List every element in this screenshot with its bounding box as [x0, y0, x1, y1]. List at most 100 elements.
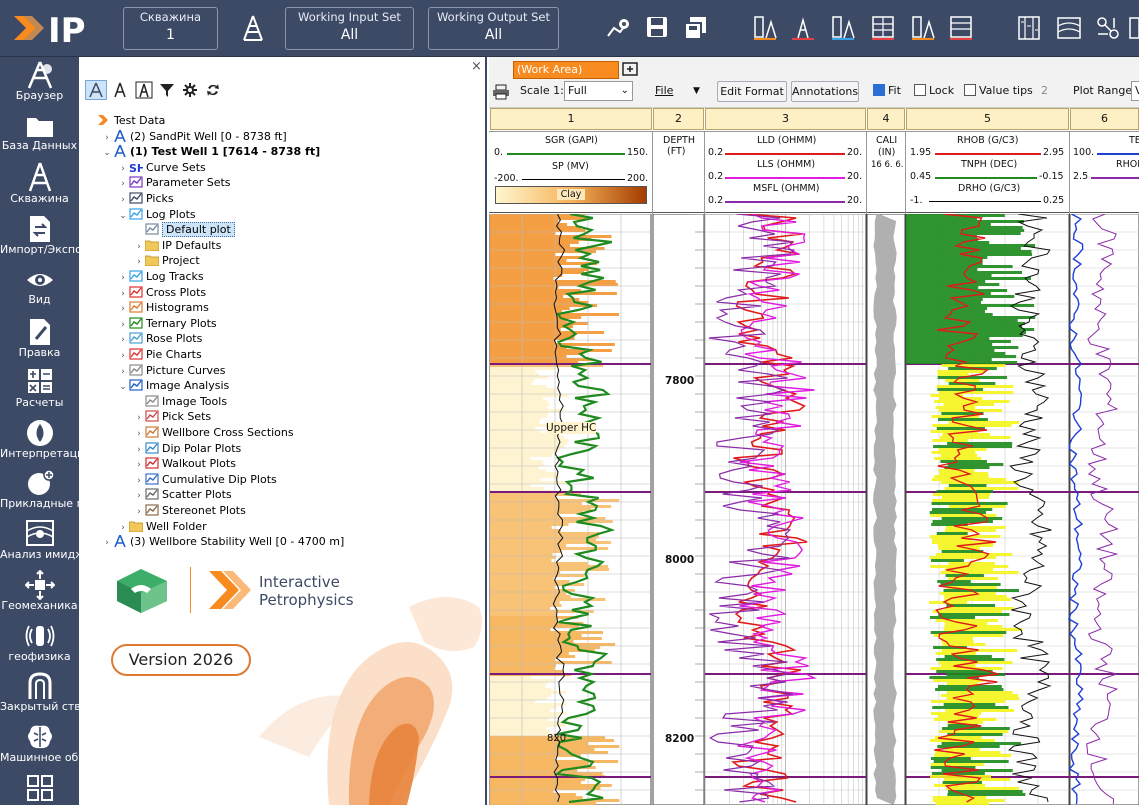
sidebar-item-import-export[interactable]: Импорт/Экспорт — [0, 214, 79, 264]
tree-node[interactable]: › Project — [133, 253, 199, 268]
new-window-icon[interactable] — [622, 61, 638, 80]
well-log-icon-5[interactable] — [910, 14, 938, 42]
tree-node[interactable]: › IP Defaults — [133, 238, 221, 253]
sidebar-item-database[interactable]: База Данных — [0, 112, 79, 162]
expanded-chevron-icon[interactable]: ⌄ — [117, 380, 129, 395]
sidebar-item-well[interactable]: Скважина — [0, 161, 79, 211]
track-3-number[interactable]: 3 — [705, 108, 866, 130]
tree-node[interactable]: › Picture Curves — [117, 363, 225, 378]
tree-node[interactable]: ⌄ (1) Test Well 1 [7614 - 8738 ft] — [101, 144, 320, 159]
settings-icon[interactable] — [182, 82, 198, 101]
save-icon[interactable] — [644, 14, 672, 42]
tree-node[interactable]: › Scatter Plots — [133, 487, 231, 502]
value-tips-count[interactable]: 2 — [1041, 81, 1048, 103]
tree-node[interactable]: › Cumulative Dip Plots — [133, 472, 277, 487]
annotations-button[interactable]: Annotations — [791, 81, 859, 102]
tree-node[interactable]: › Pick Sets — [133, 409, 211, 424]
expanded-chevron-icon[interactable]: ⌄ — [101, 146, 113, 161]
tree-node[interactable]: › Well Folder — [117, 519, 206, 534]
sidebar-item-image-analysis[interactable]: Анализ имиджей — [0, 519, 79, 569]
save-all-icon[interactable] — [682, 14, 710, 42]
tree-node[interactable]: › Wellbore Cross Sections — [133, 425, 293, 440]
sidebar-item-edit[interactable]: Правка — [0, 317, 79, 367]
sidebar-item-applied-modules[interactable]: Прикладные модули — [0, 468, 79, 518]
track6-header-1[interactable]: TE — [1129, 135, 1139, 146]
cali-header[interactable]: CALI — [876, 135, 897, 146]
scale-select[interactable]: Full ⌄ — [564, 81, 633, 101]
well-log-icon-1[interactable] — [752, 14, 780, 42]
track-5-number[interactable]: 5 — [906, 108, 1069, 130]
edit-format-button[interactable]: Edit Format — [717, 81, 787, 102]
tree-node[interactable]: ⌄ Log Plots — [117, 207, 195, 224]
well-tower-icon[interactable] — [240, 14, 268, 42]
tree-node[interactable]: › Log Tracks — [117, 269, 203, 284]
rhob-header[interactable]: RHOB (G/C3) — [957, 135, 1018, 146]
sidebar-item-machine-learning[interactable]: Машинное обучение — [0, 722, 79, 772]
tree-node[interactable]: › Ternary Plots — [117, 316, 216, 331]
track-6-number[interactable]: 6 — [1070, 108, 1139, 130]
lock-checkbox[interactable]: Lock — [914, 81, 954, 103]
log-tracks-canvas[interactable] — [489, 214, 1139, 805]
sgr-header[interactable]: SGR (GAPI) — [545, 135, 598, 146]
cross-section-tool-icon[interactable] — [1055, 14, 1083, 42]
expanded-chevron-icon[interactable]: ⌄ — [117, 209, 129, 224]
file-menu-arrow-icon[interactable]: ▼ — [693, 81, 700, 103]
sidebar-item-cased-hole[interactable]: Закрытый ствол — [0, 671, 79, 721]
file-menu[interactable]: File — [655, 81, 673, 103]
track-layout-icon[interactable] — [1016, 14, 1044, 42]
depth-header[interactable]: DEPTH — [663, 135, 695, 146]
filter-icon[interactable] — [159, 82, 175, 101]
sidebar-item-more[interactable] — [0, 773, 79, 803]
plot-range-select[interactable]: V — [1131, 81, 1139, 101]
sidebar-item-calculations[interactable]: Расчеты — [0, 367, 79, 417]
tree-node[interactable]: › Picks — [117, 191, 173, 206]
tree-node[interactable]: › Histograms — [117, 300, 209, 315]
lls-header[interactable]: LLS (OHMM) — [757, 159, 815, 170]
well-log-icon-4[interactable] — [870, 14, 898, 42]
track-2-number[interactable]: 2 — [653, 108, 704, 130]
work-area-tab[interactable]: (Work Area) — [513, 61, 619, 79]
tree-node[interactable]: › Rose Plots — [117, 331, 202, 346]
tree-node[interactable]: › Pie Charts — [117, 347, 201, 362]
track-4-number[interactable]: 4 — [867, 108, 905, 130]
well-selector[interactable]: Скважина 1 — [123, 7, 218, 50]
tree-node[interactable]: › Cross Plots — [117, 285, 206, 300]
tree-node[interactable]: ⌄ Image Analysis — [117, 378, 229, 393]
track-1-number[interactable]: 1 — [490, 108, 652, 130]
well-filter-icon[interactable] — [112, 82, 128, 101]
tree-node[interactable]: › Walkout Plots — [133, 456, 236, 471]
map-pin-icon[interactable] — [604, 14, 632, 42]
tree-node[interactable]: Image Tools — [133, 394, 227, 409]
browser-view-icon[interactable] — [85, 80, 107, 100]
print-icon[interactable] — [492, 84, 510, 103]
sidebar-item-view[interactable]: Вид — [0, 266, 79, 316]
tree-node[interactable]: Test Data — [85, 113, 165, 128]
working-input-set-selector[interactable]: Working Input Set All — [285, 7, 414, 50]
clay-shading-legend[interactable]: Clay — [495, 186, 647, 204]
sidebar-item-geophysics[interactable]: геофизика — [0, 621, 79, 671]
drho-header[interactable]: DRHO (G/C3) — [958, 183, 1020, 194]
close-panel-button[interactable]: × — [471, 59, 482, 74]
value-tips-checkbox[interactable]: Value tips — [964, 81, 1033, 103]
working-output-set-selector[interactable]: Working Output Set All — [428, 7, 559, 50]
lld-header[interactable]: LLD (OHMM) — [757, 135, 816, 146]
well-log-icon-3[interactable] — [830, 14, 858, 42]
tree-node[interactable]: Default plot — [133, 222, 235, 238]
tree-node[interactable]: ›SHCurve Sets — [117, 160, 206, 175]
well-tower-filter-icon[interactable] — [135, 81, 153, 102]
tree-node[interactable]: › (2) SandPit Well [0 - 8738 ft] — [101, 129, 287, 144]
sp-header[interactable]: SP (MV) — [552, 161, 589, 172]
msfl-header[interactable]: MSFL (OHMM) — [753, 183, 819, 194]
well-log-icon-2[interactable] — [790, 14, 818, 42]
track6-header-2[interactable]: RHOM — [1116, 159, 1139, 170]
refresh-icon[interactable] — [205, 82, 221, 101]
sidebar-item-interpretation[interactable]: Интерпретация — [0, 418, 79, 468]
sidebar-item-geomechanics[interactable]: Геомеханика — [0, 570, 79, 620]
tree-node[interactable]: › Parameter Sets — [117, 175, 230, 190]
tree-node[interactable]: › Stereonet Plots — [133, 503, 246, 518]
network-tool-icon[interactable] — [1094, 14, 1122, 42]
more-tools-icon[interactable] — [1128, 14, 1139, 42]
well-log-icon-6[interactable] — [948, 14, 976, 42]
sidebar-item-browser[interactable]: Браузер — [0, 60, 79, 110]
tree-node[interactable]: › Dip Polar Plots — [133, 441, 241, 456]
